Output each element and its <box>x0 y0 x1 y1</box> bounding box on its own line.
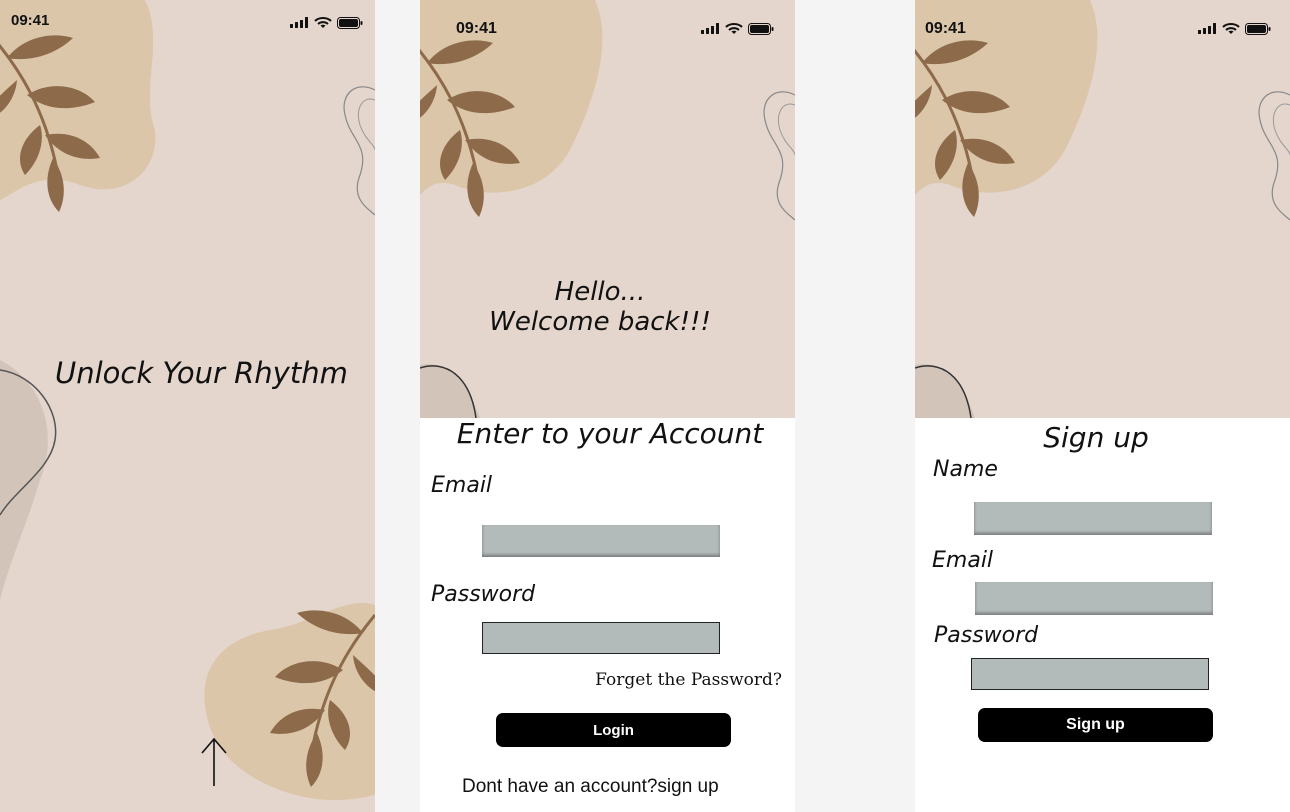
wifi-icon <box>1222 23 1240 35</box>
status-bar: 09:41 <box>420 0 795 44</box>
signal-icon <box>290 17 308 28</box>
email-field[interactable] <box>482 525 720 557</box>
greeting-line-1: Hello... <box>554 277 646 307</box>
status-time: 09:41 <box>11 12 50 29</box>
forgot-password-link[interactable]: Forget the Password? <box>595 670 782 690</box>
email-label: Email <box>431 473 493 498</box>
email-label: Email <box>932 548 994 573</box>
name-label: Name <box>933 457 998 482</box>
signup-header-background <box>915 0 1290 418</box>
status-bar: 09:41 <box>915 0 1290 44</box>
email-field[interactable] <box>975 582 1213 615</box>
password-field[interactable] <box>482 622 720 654</box>
password-field[interactable] <box>971 658 1209 690</box>
battery-icon <box>1245 23 1271 35</box>
wifi-icon <box>314 17 332 29</box>
signal-icon <box>1198 23 1216 34</box>
signup-heading: Sign up <box>1043 421 1149 454</box>
login-header-background <box>420 0 795 418</box>
password-label: Password <box>934 623 1039 648</box>
battery-icon <box>337 17 363 29</box>
status-bar: 09:41 <box>0 0 375 44</box>
signup-button[interactable]: Sign up <box>978 708 1213 742</box>
splash-title: Unlock Your Rhythm <box>55 356 348 390</box>
status-time: 09:41 <box>925 20 966 37</box>
login-screen: 09:41 Hello... Welcome back!!! Enter to … <box>420 0 795 812</box>
battery-icon <box>748 23 774 35</box>
wifi-icon <box>725 23 743 35</box>
splash-background <box>0 0 375 812</box>
splash-screen: 09:41 Unlock Your Rhythm <box>0 0 375 812</box>
login-button[interactable]: Login <box>496 713 731 747</box>
signup-screen: 09:41 Sign up Name Email Password Sign u… <box>915 0 1290 812</box>
signup-prompt-link[interactable]: Dont have an account?sign up <box>462 776 719 798</box>
login-heading: Enter to your Account <box>456 417 764 450</box>
greeting-line-2: Welcome back!!! <box>489 307 711 337</box>
status-time: 09:41 <box>456 20 497 37</box>
password-label: Password <box>431 582 536 607</box>
swipe-up-arrow-icon[interactable] <box>199 736 229 788</box>
name-field[interactable] <box>974 502 1212 535</box>
signal-icon <box>701 23 719 34</box>
